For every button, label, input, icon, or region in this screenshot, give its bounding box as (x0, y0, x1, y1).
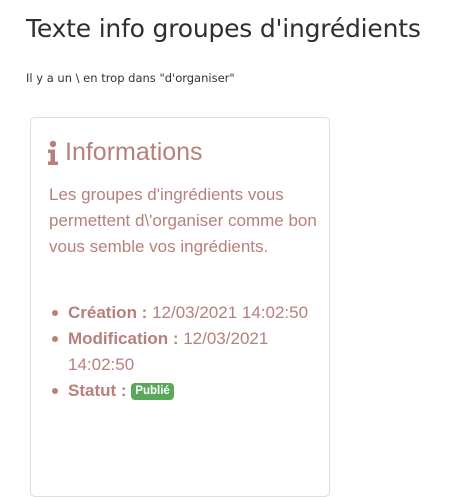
meta-list: Création : 12/03/2021 14:02:50 Modificat… (49, 300, 319, 404)
card-description: Les groupes d'ingrédients vous permetten… (49, 185, 317, 256)
info-icon (47, 140, 59, 166)
page-title: Texte info groupes d'ingrédients (26, 14, 421, 43)
modification-label: Modification : (68, 329, 179, 348)
issue-description: Il y a un \ en trop dans "d'organiser" (26, 71, 235, 85)
card-title: Informations (65, 138, 203, 166)
meta-item-creation: Création : 12/03/2021 14:02:50 (49, 300, 319, 326)
status-label: Statut : (68, 381, 127, 400)
creation-label: Création : (68, 303, 148, 322)
status-badge: Publié (131, 383, 174, 400)
meta-item-status: Statut : Publié (49, 378, 319, 404)
creation-value: 12/03/2021 14:02:50 (152, 303, 309, 322)
meta-item-modification: Modification : 12/03/2021 14:02:50 (49, 326, 319, 378)
card-header: Informations (47, 138, 203, 167)
info-card: Informations Les groupes d'ingrédients v… (30, 117, 330, 497)
